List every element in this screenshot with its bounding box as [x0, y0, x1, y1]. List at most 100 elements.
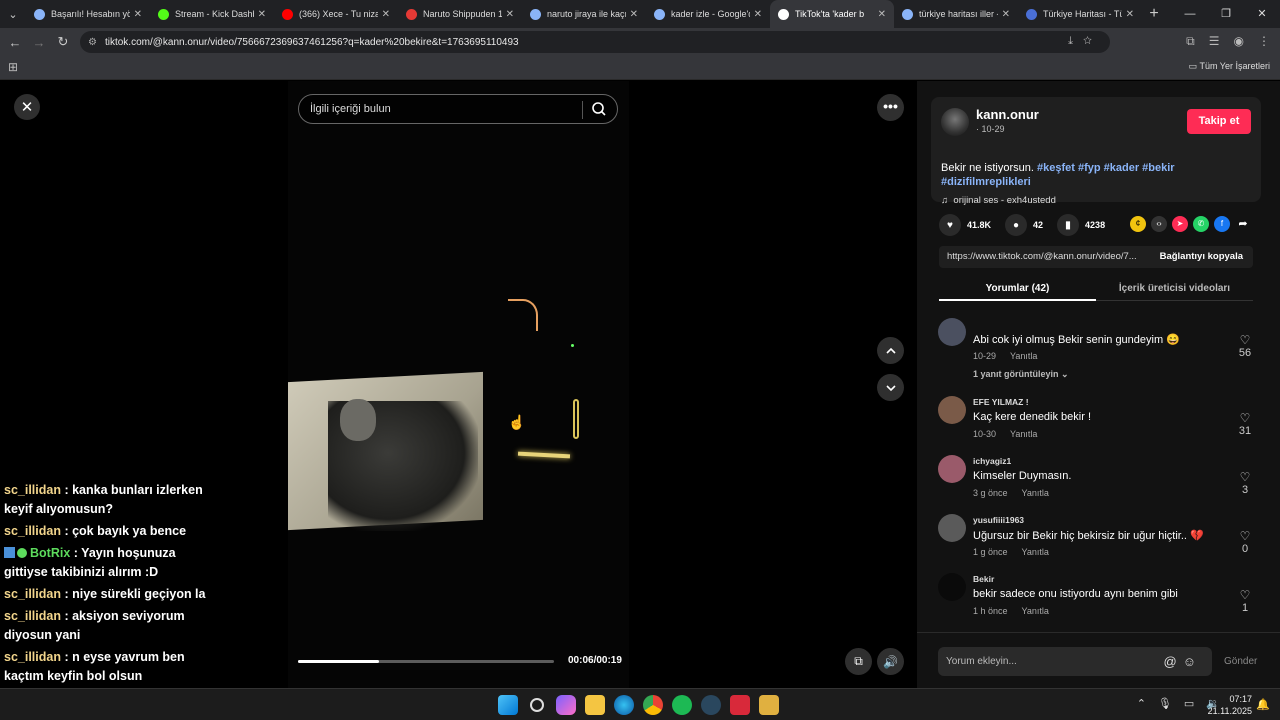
- reply-button[interactable]: Yanıtla: [1022, 488, 1049, 498]
- send-icon[interactable]: ➤: [1172, 216, 1188, 232]
- coin-icon[interactable]: ¢: [1130, 216, 1146, 232]
- tab-close-icon[interactable]: ✕: [878, 9, 886, 20]
- browser-tab[interactable]: (366) Xece - Tu nizam ✕: [274, 0, 398, 28]
- back-icon[interactable]: ←: [3, 35, 27, 50]
- reply-button[interactable]: Yanıtla: [1022, 606, 1049, 616]
- next-video-button[interactable]: [877, 374, 904, 401]
- browser-tab[interactable]: TikTok'ta 'kader b ✕: [770, 0, 894, 28]
- video-player[interactable]: ☝: [288, 81, 629, 688]
- system-clock[interactable]: 07:17 21.11.2025: [1208, 693, 1252, 717]
- reload-icon[interactable]: ↻: [51, 34, 75, 50]
- comment-input[interactable]: Yorum ekleyin... @☺: [938, 647, 1212, 676]
- follow-button[interactable]: Takip et: [1187, 109, 1251, 134]
- maximize-icon[interactable]: ❐: [1208, 0, 1244, 28]
- send-comment-button[interactable]: Gönder: [1224, 656, 1257, 667]
- browser-tab[interactable]: Naruto Shippuden 1 ✕: [398, 0, 522, 28]
- tray-overflow-icon[interactable]: ⌃: [1137, 697, 1146, 710]
- close-window-icon[interactable]: ✕: [1244, 0, 1280, 28]
- facebook-icon[interactable]: f: [1214, 216, 1230, 232]
- author-avatar[interactable]: [941, 108, 969, 136]
- browser-tab[interactable]: kader izle - Google'da ✕: [646, 0, 770, 28]
- video-link[interactable]: https://www.tiktok.com/@kann.onur/video/…: [947, 251, 1137, 262]
- tab-close-icon[interactable]: ✕: [1126, 9, 1134, 20]
- commenter-avatar[interactable]: [938, 318, 966, 346]
- commenter-name[interactable]: yusufiiii1963: [973, 515, 1024, 525]
- tab-close-icon[interactable]: ✕: [258, 9, 266, 20]
- embed-icon[interactable]: ‹›: [1151, 216, 1167, 232]
- music-info[interactable]: ♫ orijinal ses - exh4ustedd: [941, 195, 1056, 206]
- more-options-button[interactable]: •••: [877, 94, 904, 121]
- commenter-name[interactable]: Bekir: [973, 574, 994, 584]
- minimize-icon[interactable]: —: [1172, 0, 1208, 28]
- spotify-icon[interactable]: [672, 695, 692, 715]
- omnibox-action-icons[interactable]: ⤓☆: [1068, 35, 1102, 48]
- edge-icon[interactable]: [614, 695, 634, 715]
- comment-like-button[interactable]: ♡ 31: [1233, 411, 1257, 437]
- commenter-name[interactable]: ichyagiz1: [973, 456, 1011, 466]
- search-icon[interactable]: [591, 101, 607, 117]
- browser-tab[interactable]: Başarılı! Hesabın yönet ✕: [26, 0, 150, 28]
- comment-like-button[interactable]: ♡ 0: [1233, 529, 1257, 555]
- tab-comments[interactable]: Yorumlar (42): [939, 283, 1096, 294]
- whatsapp-icon[interactable]: ✆: [1193, 216, 1209, 232]
- new-tab-button[interactable]: +: [1142, 5, 1166, 23]
- profile-avatar[interactable]: ◉: [1234, 34, 1244, 49]
- media-icon[interactable]: ☰: [1209, 34, 1220, 49]
- commenter-avatar[interactable]: [938, 573, 966, 601]
- comment-action[interactable]: ● 42: [1005, 214, 1043, 236]
- tab-close-icon[interactable]: ✕: [134, 9, 142, 20]
- tab-close-icon[interactable]: ✕: [630, 9, 638, 20]
- tab-creator-videos[interactable]: İçerik üreticisi videoları: [1096, 283, 1253, 294]
- tab-close-icon[interactable]: ✕: [1002, 9, 1010, 20]
- browser-tab[interactable]: Türkiye Haritası - Tü ✕: [1018, 0, 1142, 28]
- reply-button[interactable]: Yanıtla: [1010, 429, 1037, 439]
- notification-bell-icon[interactable]: 🔔: [1256, 698, 1270, 711]
- reply-button[interactable]: Yanıtla: [1010, 351, 1037, 361]
- microphone-icon[interactable]: 🎙: [1158, 697, 1172, 710]
- extensions-icon[interactable]: ⧉: [1186, 34, 1195, 49]
- menu-icon[interactable]: ⋮: [1258, 34, 1270, 49]
- like-action[interactable]: ♥ 41.8K: [939, 214, 991, 236]
- search-taskbar-icon[interactable]: [530, 698, 544, 712]
- mention-emoji-icons[interactable]: @☺: [1164, 647, 1202, 676]
- steam-icon[interactable]: [701, 695, 721, 715]
- related-content-search[interactable]: İlgili içeriği bulun: [298, 94, 618, 124]
- video-progress-bar[interactable]: [298, 660, 554, 663]
- file-explorer-icon[interactable]: [585, 695, 605, 715]
- browser-tab[interactable]: Stream - Kick Dashboard ✕: [150, 0, 274, 28]
- commenter-avatar[interactable]: [938, 396, 966, 424]
- site-info-icon[interactable]: ⚙: [88, 37, 97, 48]
- commenter-avatar[interactable]: [938, 514, 966, 542]
- author-name[interactable]: kann.onur: [976, 107, 1039, 122]
- comment-like-button[interactable]: ♡ 56: [1233, 333, 1257, 359]
- forward-icon[interactable]: →: [27, 35, 51, 50]
- comment-like-button[interactable]: ♡ 3: [1233, 470, 1257, 496]
- share-arrow-icon[interactable]: ➦: [1235, 216, 1251, 232]
- comment-like-button[interactable]: ♡ 1: [1233, 588, 1257, 614]
- url-omnibox[interactable]: ⚙ tiktok.com/@kann.onur/video/7566672369…: [80, 31, 1110, 53]
- commenter-name[interactable]: EFE YILMAZ !: [973, 397, 1029, 407]
- save-action[interactable]: ▮ 4238: [1057, 214, 1105, 236]
- tab-close-icon[interactable]: ✕: [506, 9, 514, 20]
- tab-close-icon[interactable]: ✕: [382, 9, 390, 20]
- windows-start-icon[interactable]: [498, 695, 518, 715]
- picture-in-picture-button[interactable]: ⧉: [845, 648, 872, 675]
- browser-tab[interactable]: naruto jiraya ile kaçış ✕: [522, 0, 646, 28]
- previous-video-button[interactable]: [877, 337, 904, 364]
- copilot-icon[interactable]: [556, 695, 576, 715]
- network-icon[interactable]: ▭: [1184, 697, 1194, 710]
- game-app-icon[interactable]: [730, 695, 750, 715]
- all-bookmarks-link[interactable]: ▭ Tüm Yer İşaretleri: [1189, 61, 1270, 72]
- misc-app-icon[interactable]: [759, 695, 779, 715]
- browser-tab[interactable]: türkiye haritası iller - ✕: [894, 0, 1018, 28]
- reply-button[interactable]: Yanıtla: [1022, 547, 1049, 557]
- tab-search-icon[interactable]: ⌄: [0, 0, 26, 28]
- commenter-avatar[interactable]: [938, 455, 966, 483]
- tab-close-icon[interactable]: ✕: [754, 9, 762, 20]
- apps-icon[interactable]: ⊞: [8, 60, 18, 74]
- copy-link-button[interactable]: Bağlantıyı kopyala: [1160, 246, 1243, 268]
- view-replies-button[interactable]: 1 yanıt görüntüleyin ⌄: [973, 369, 1069, 380]
- close-video-button[interactable]: ✕: [14, 94, 40, 120]
- volume-button[interactable]: 🔊: [877, 648, 904, 675]
- chrome-icon[interactable]: [643, 695, 663, 715]
